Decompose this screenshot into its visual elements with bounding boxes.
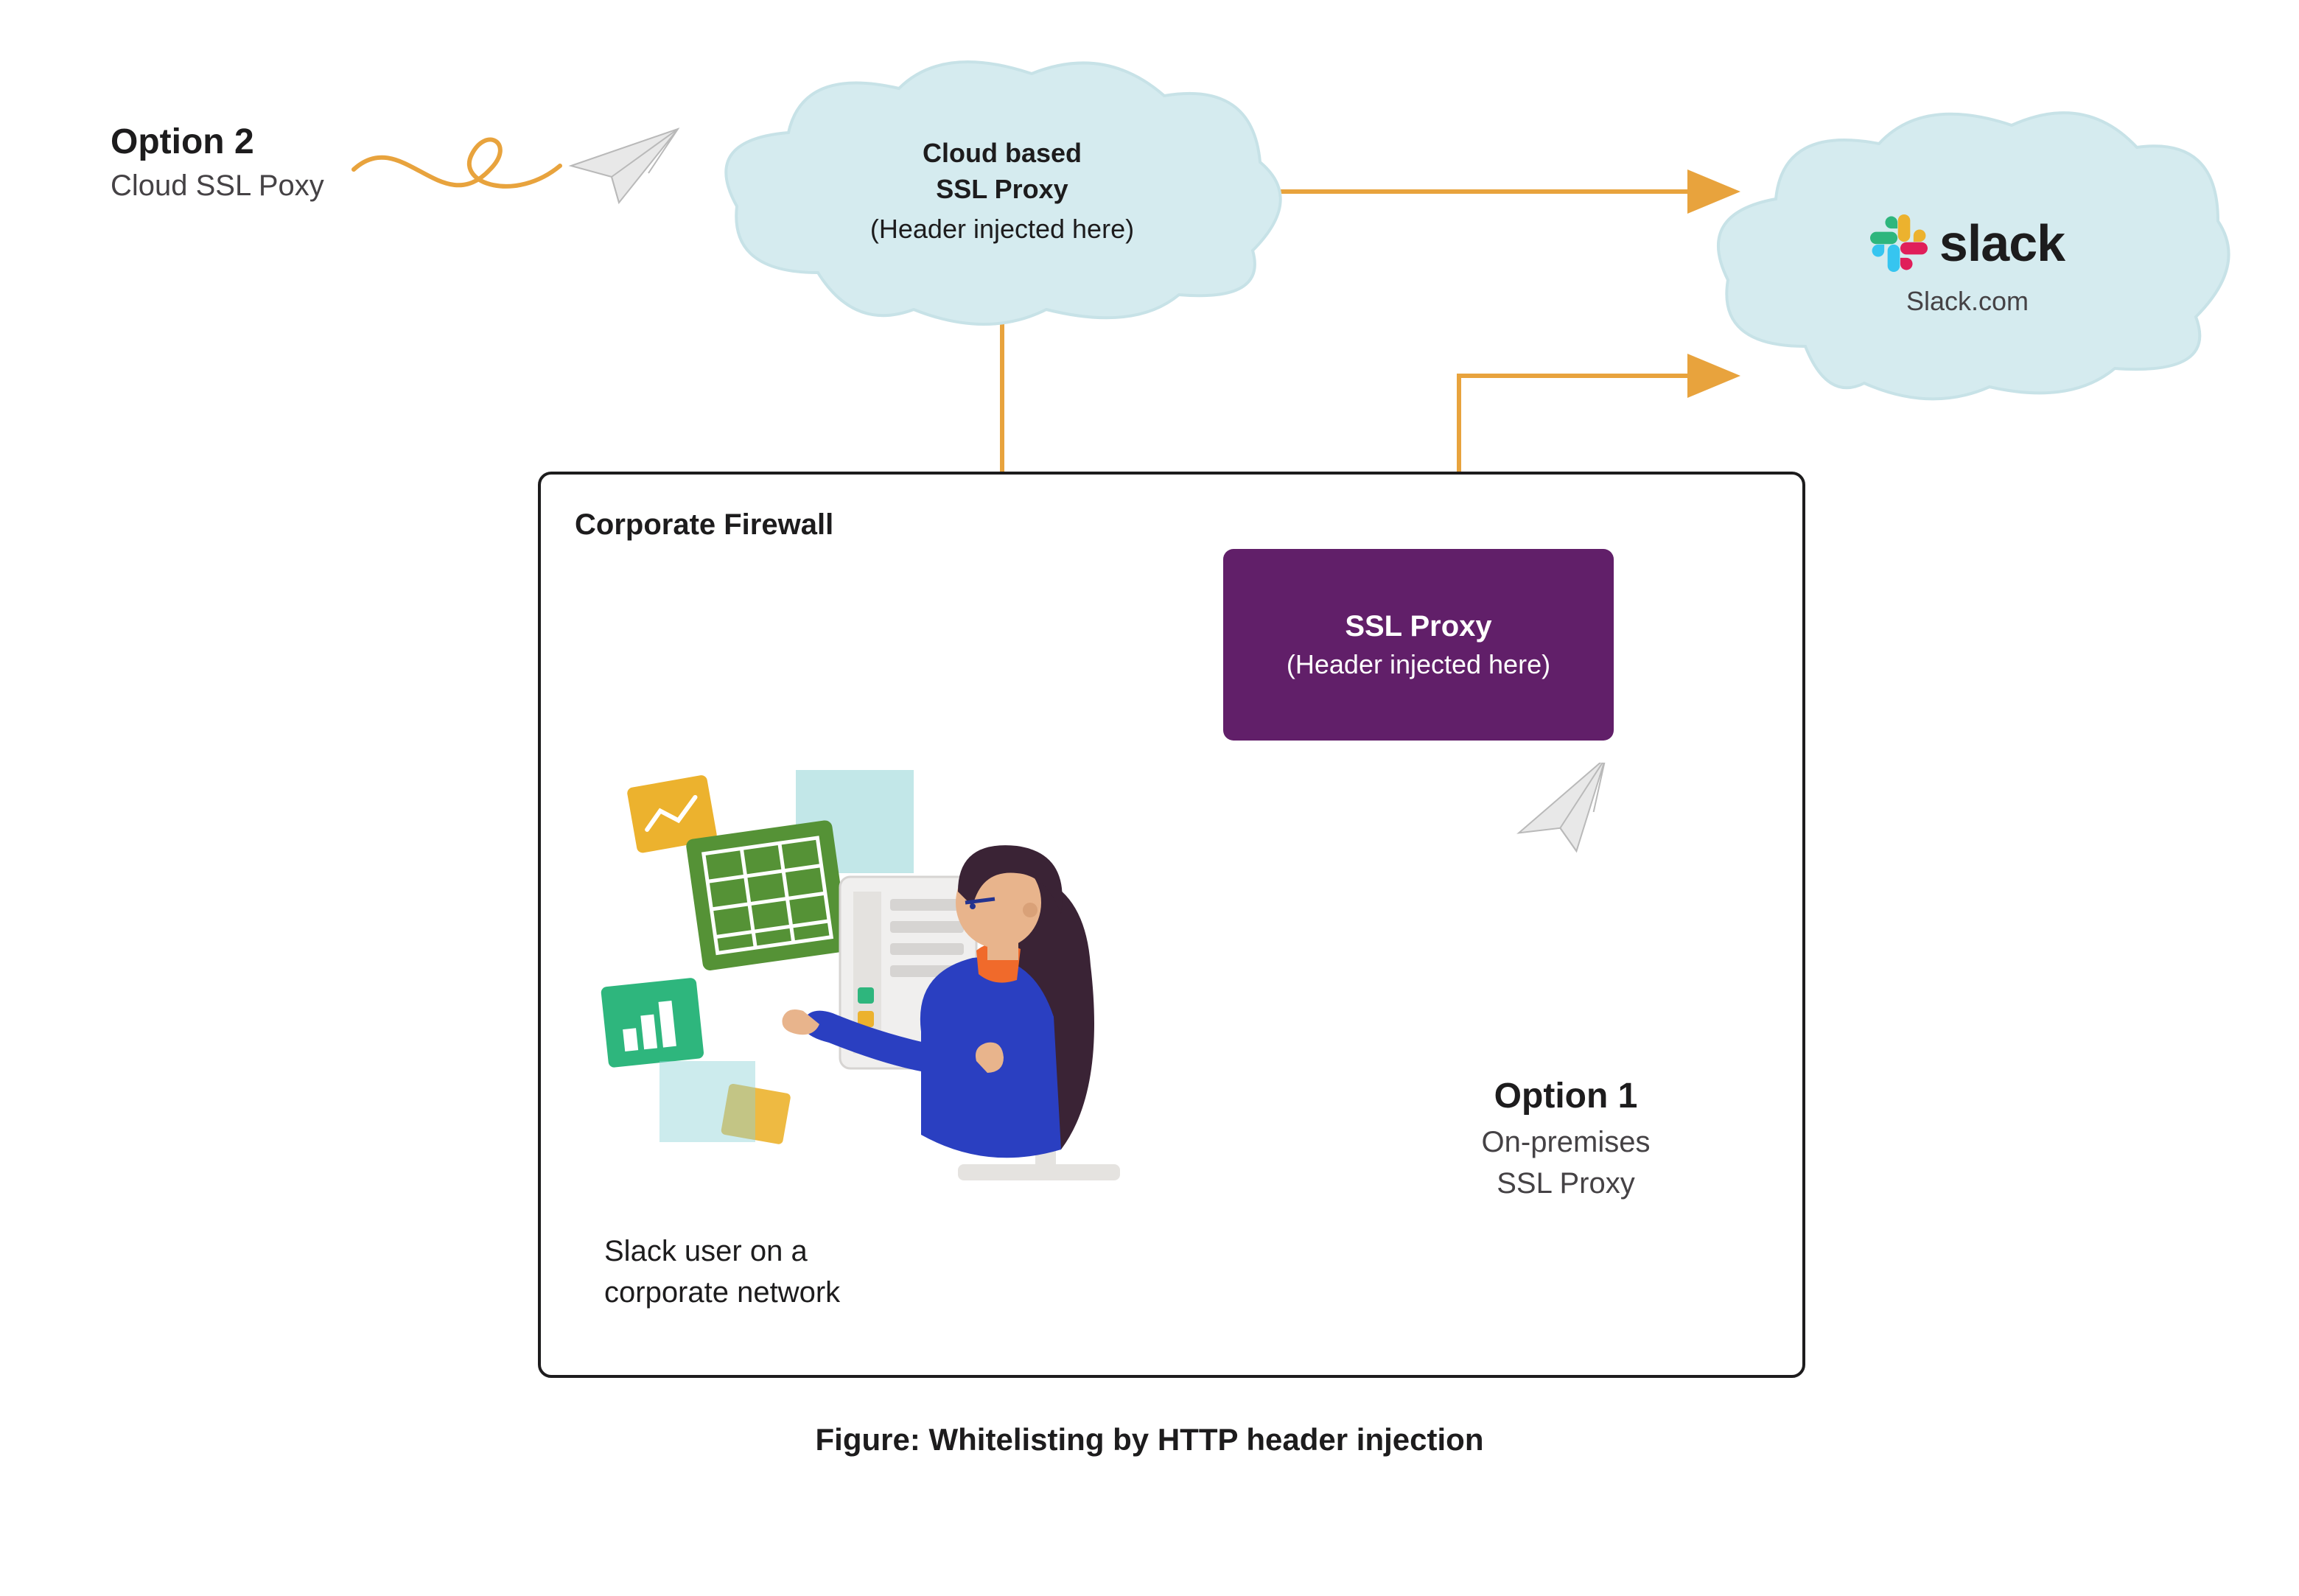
paper-plane-icon	[1511, 763, 1628, 862]
ssl-proxy-sub: (Header injected here)	[1287, 649, 1550, 680]
option1-sub2: SSL Proxy	[1437, 1163, 1695, 1203]
paper-plane-icon	[567, 122, 685, 214]
corporate-firewall-label: Corporate Firewall	[575, 508, 833, 542]
cloud-proxy-line1: Cloud based	[923, 136, 1082, 172]
user-illustration	[575, 752, 1157, 1223]
option1-label: Option 1 On-premises SSL Proxy	[1437, 1076, 1695, 1203]
slack-logo-icon	[1870, 214, 1928, 272]
user-caption-line2: corporate network	[604, 1272, 840, 1313]
option2-title: Option 2	[111, 122, 324, 162]
cloud-proxy-line2: SSL Proxy	[936, 172, 1068, 208]
option1-title: Option 1	[1437, 1076, 1695, 1116]
option2-subtitle: Cloud SSL Poxy	[111, 169, 324, 203]
user-caption: Slack user on a corporate network	[604, 1231, 840, 1313]
slack-wordmark: slack	[1939, 214, 2065, 273]
cloud-proxy-line3: (Header injected here)	[870, 211, 1134, 248]
figure-title: Figure: Whitelisting by HTTP header inje…	[0, 1422, 2299, 1457]
slack-domain: Slack.com	[1906, 286, 2029, 317]
cloud-ssl-proxy: Cloud based SSL Proxy (Header injected h…	[707, 52, 1297, 332]
user-caption-line1: Slack user on a	[604, 1231, 840, 1272]
ssl-proxy-title: SSL Proxy	[1345, 610, 1491, 643]
ssl-proxy-box: SSL Proxy (Header injected here)	[1223, 549, 1614, 741]
slack-cloud: slack Slack.com	[1702, 96, 2233, 413]
option2-label: Option 2 Cloud SSL Poxy	[111, 122, 324, 203]
option1-sub1: On-premises	[1437, 1122, 1695, 1162]
